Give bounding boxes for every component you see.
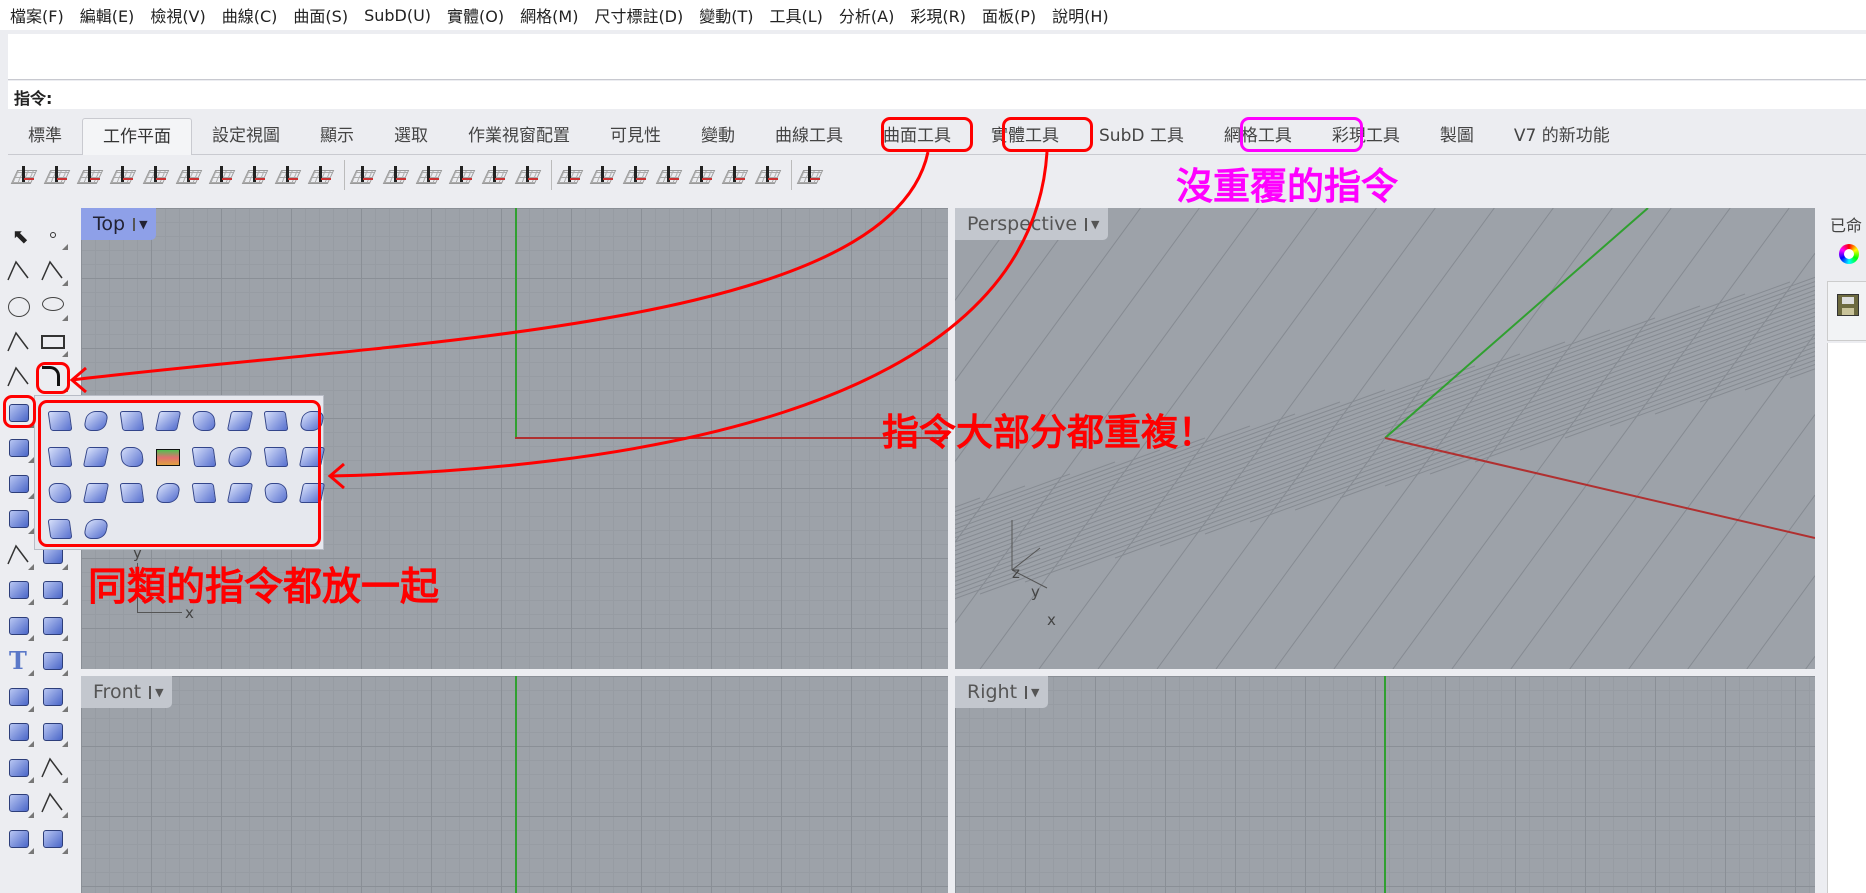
annotation-duplicated: 指令大部分都重複！	[882, 411, 1215, 454]
arrow-curve-tools	[71, 151, 930, 382]
annotation-grouped: 同類的指令都放一起	[88, 565, 440, 610]
annotation-unique: 沒重覆的指令	[1176, 165, 1398, 208]
